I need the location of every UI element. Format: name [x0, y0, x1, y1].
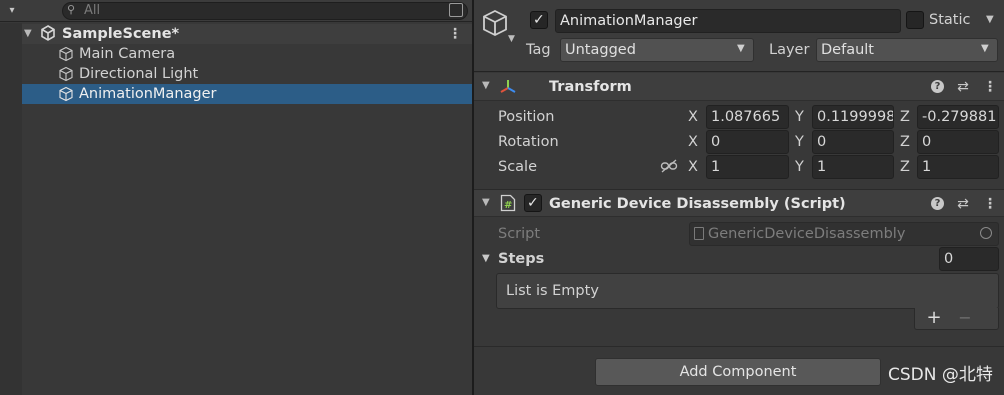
tag-value: Untagged — [565, 42, 636, 58]
layer-dropdown[interactable]: Default — [816, 38, 998, 62]
axis-z-label[interactable]: Z — [900, 107, 910, 127]
steps-size-field[interactable]: 0 — [939, 247, 999, 271]
create-dropdown-icon[interactable]: ▾ — [2, 3, 22, 19]
remove-element-button[interactable]: − — [956, 309, 974, 327]
checkmark-icon: ✓ — [533, 12, 545, 28]
component-separator — [474, 346, 1004, 347]
hierarchy-item-label: Directional Light — [79, 66, 199, 82]
rotation-x-field[interactable]: 0 — [706, 130, 789, 154]
axis-y-label[interactable]: Y — [795, 107, 804, 127]
static-checkbox[interactable] — [906, 11, 924, 29]
icon-dropdown-icon[interactable]: ▼ — [508, 34, 515, 44]
watermark-text: CSDN @北特 — [888, 365, 993, 385]
rotation-label: Rotation — [498, 134, 559, 150]
add-element-button[interactable]: + — [925, 309, 943, 327]
component-more-icon[interactable]: ⋮ — [983, 196, 997, 212]
help-icon[interactable]: ? — [931, 197, 944, 210]
position-y-field[interactable]: 0.1199998 — [812, 105, 894, 129]
tag-dropdown-arrow-icon: ▼ — [737, 43, 745, 54]
axis-y-label[interactable]: Y — [795, 157, 804, 177]
scale-label: Scale — [498, 159, 538, 175]
axis-x-label[interactable]: X — [688, 157, 698, 177]
layer-value: Default — [821, 42, 874, 58]
script-field-label: Script — [498, 226, 541, 242]
axis-x-label[interactable]: X — [688, 132, 698, 152]
script-reference-icon — [694, 227, 704, 240]
layer-dropdown-arrow-icon: ▼ — [981, 43, 989, 54]
scene-expand-icon[interactable]: ▼ — [24, 26, 32, 42]
add-component-label: Add Component — [679, 364, 797, 380]
tag-label: Tag — [526, 42, 551, 58]
gameobject-cube-icon — [58, 66, 74, 82]
hierarchy-search-field[interactable] — [62, 2, 468, 20]
rotation-y-field[interactable]: 0 — [812, 130, 894, 154]
constrain-proportions-icon[interactable] — [660, 158, 678, 174]
axis-y-label[interactable]: Y — [795, 132, 804, 152]
object-name-field[interactable]: AnimationManager — [555, 9, 901, 33]
static-label: Static — [929, 12, 971, 28]
transform-title: Transform — [549, 79, 632, 95]
hierarchy-panel: ▾ ⚲ All ▼ SampleScene* ⋮ Main Camera Dir… — [0, 0, 472, 395]
scene-name: SampleScene* — [62, 26, 180, 42]
transform-icon — [498, 77, 518, 97]
rotation-z-field[interactable]: 0 — [917, 130, 999, 154]
script-component-title: Generic Device Disassembly (Script) — [549, 196, 846, 212]
axis-z-label[interactable]: Z — [900, 157, 910, 177]
gameobject-large-icon[interactable] — [480, 8, 510, 38]
help-icon[interactable]: ? — [931, 80, 944, 93]
position-x-field[interactable]: 1.087665 — [706, 105, 789, 129]
checkmark-icon: ✓ — [527, 195, 539, 211]
preset-icon[interactable]: ⇄ — [955, 79, 971, 95]
axis-z-label[interactable]: Z — [900, 132, 910, 152]
script-reference-field: GenericDeviceDisassembly — [689, 222, 999, 246]
search-placeholder: All — [84, 3, 101, 18]
layer-label: Layer — [769, 42, 810, 58]
list-empty-text: List is Empty — [506, 283, 599, 299]
scale-x-field[interactable]: 1 — [706, 155, 789, 179]
static-dropdown-icon[interactable]: ▼ — [986, 14, 994, 25]
gameobject-cube-icon — [58, 86, 74, 102]
scale-y-field[interactable]: 1 — [812, 155, 894, 179]
position-z-field[interactable]: -0.279881 — [917, 105, 999, 129]
search-icon: ⚲ — [67, 3, 76, 16]
preset-icon[interactable]: ⇄ — [955, 196, 971, 212]
foldout-arrow-icon[interactable]: ▼ — [482, 80, 490, 91]
steps-foldout-icon[interactable]: ▼ — [482, 253, 490, 264]
axis-x-label[interactable]: X — [688, 107, 698, 127]
unity-scene-icon — [40, 25, 56, 41]
hierarchy-item-label: Main Camera — [79, 46, 176, 62]
search-by-type-icon[interactable] — [449, 3, 463, 17]
object-picker-icon[interactable] — [980, 227, 992, 239]
tag-dropdown[interactable]: Untagged — [560, 38, 754, 62]
hierarchy-item-label: AnimationManager — [79, 86, 217, 102]
scene-more-icon[interactable]: ⋮ — [448, 26, 462, 42]
gameobject-cube-icon — [58, 46, 74, 62]
script-file-icon: # — [500, 194, 516, 212]
hierarchy-left-gutter — [0, 23, 22, 395]
add-component-button[interactable]: Add Component — [595, 358, 881, 386]
svg-text:#: # — [504, 200, 512, 211]
script-reference-value: GenericDeviceDisassembly — [708, 226, 906, 242]
foldout-arrow-icon[interactable]: ▼ — [482, 197, 490, 208]
component-more-icon[interactable]: ⋮ — [983, 79, 997, 95]
steps-label[interactable]: Steps — [498, 249, 544, 269]
scale-z-field[interactable]: 1 — [917, 155, 999, 179]
position-label: Position — [498, 109, 555, 125]
